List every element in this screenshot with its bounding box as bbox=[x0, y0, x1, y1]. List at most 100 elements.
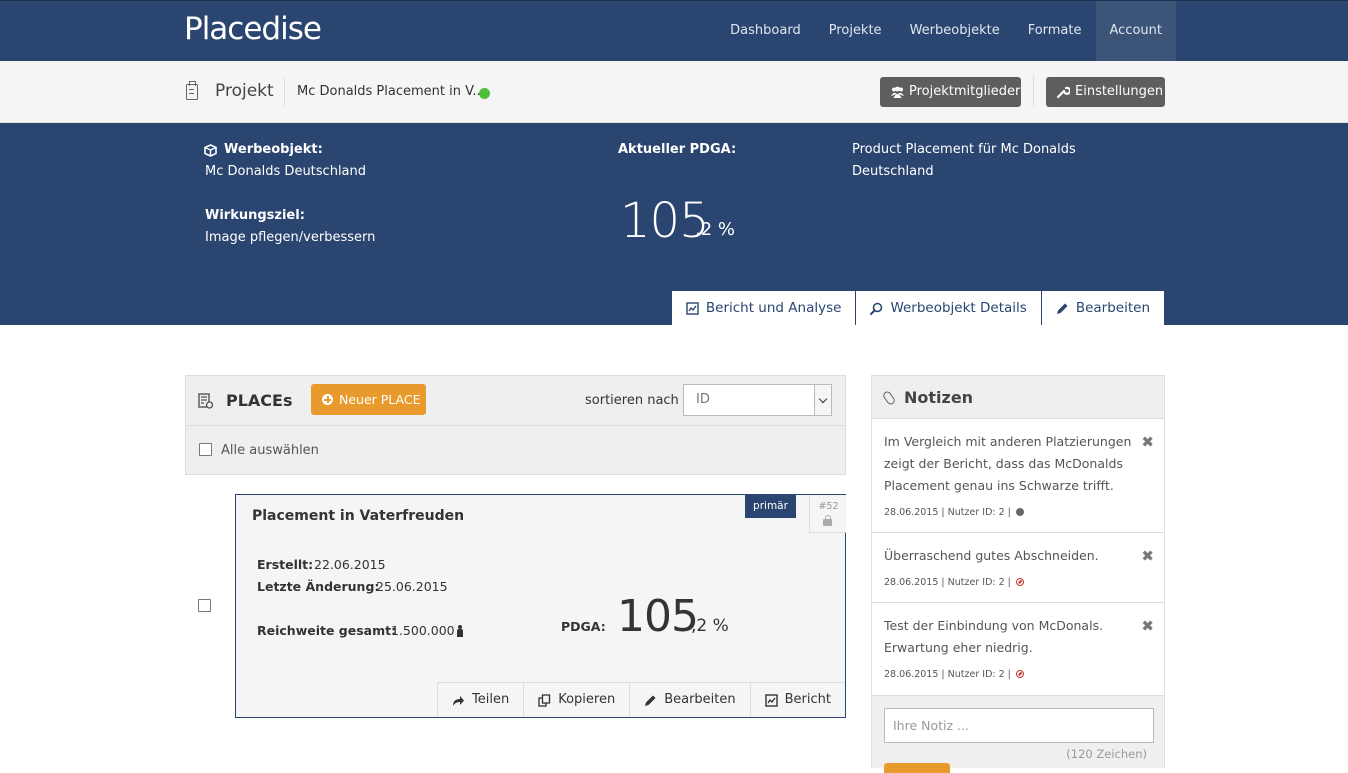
primary-badge: primär bbox=[745, 495, 796, 518]
sort-label: sortieren nach bbox=[585, 393, 679, 408]
place-title[interactable]: Placement in Vaterfreuden bbox=[252, 508, 464, 524]
created-value: 22.06.2015 bbox=[314, 557, 386, 572]
close-icon[interactable]: ✖ bbox=[1141, 433, 1154, 451]
project-section-title: Projekt bbox=[215, 81, 274, 101]
top-navbar: Placedise Dashboard Projekte Werbeobjekt… bbox=[0, 0, 1348, 61]
pdga-value-dec: ,2 % bbox=[695, 219, 735, 240]
sort-select-value: ID bbox=[696, 392, 710, 407]
notes-panel: Notizen Im Vergleich mit anderen Platzie… bbox=[871, 375, 1165, 773]
place-actions: Teilen Kopieren Bearbeiten Bericht bbox=[437, 682, 845, 717]
project-description: Product Placement für Mc Donalds Deutsch… bbox=[852, 142, 1076, 179]
project-name[interactable]: Mc Donalds Placement in V... bbox=[297, 84, 485, 99]
share-button[interactable]: Teilen bbox=[437, 682, 524, 717]
note-user: Nutzer ID: 2 bbox=[947, 577, 1005, 588]
project-bar: Projekt Mc Donalds Placement in V... Pro… bbox=[0, 61, 1348, 123]
clipboard-icon bbox=[186, 81, 198, 100]
place-pdga-label: PDGA: bbox=[561, 619, 606, 634]
note-text: Überraschend gutes Abschneiden. bbox=[884, 548, 1099, 563]
new-place-label: Neuer PLACE bbox=[339, 392, 421, 407]
sort-select[interactable]: ID bbox=[683, 384, 832, 416]
place-pdga-int: 105 bbox=[617, 591, 699, 642]
report-icon bbox=[764, 694, 778, 707]
copy-button[interactable]: Kopieren bbox=[523, 682, 630, 717]
modified-value: 25.06.2015 bbox=[376, 579, 448, 594]
note-input[interactable]: Ihre Notiz ... bbox=[884, 708, 1154, 743]
edit-place-button[interactable]: Bearbeiten bbox=[629, 682, 750, 717]
close-icon[interactable]: ✖ bbox=[1141, 617, 1154, 635]
chevron-down-icon[interactable] bbox=[814, 385, 831, 415]
note-submit-button[interactable] bbox=[884, 763, 950, 773]
reach-label: Reichweite gesamt: bbox=[257, 623, 397, 638]
person-icon bbox=[457, 625, 463, 637]
wirkungsziel-value: Image pflegen/verbessern bbox=[205, 230, 376, 245]
place-pdga-dec: ,2 % bbox=[691, 616, 729, 636]
notes-header: Notizen bbox=[872, 376, 1164, 419]
copy-icon bbox=[538, 694, 551, 707]
modified-label: Letzte Änderung: bbox=[257, 579, 380, 594]
edit-project-tab[interactable]: Bearbeiten bbox=[1040, 290, 1165, 325]
place-id: #52 bbox=[818, 501, 839, 512]
note-text: Test der Einbindung von McDonals. Erwart… bbox=[884, 618, 1104, 655]
nav-projekte[interactable]: Projekte bbox=[815, 1, 896, 61]
cube-icon bbox=[204, 144, 217, 157]
nav-formate[interactable]: Formate bbox=[1014, 1, 1096, 61]
reach-value: 1.500.000 bbox=[391, 623, 455, 638]
note-meta: 28.06.2015 | Nutzer ID: 2 | bbox=[884, 577, 1024, 588]
settings-button[interactable]: Einstellungen bbox=[1046, 77, 1165, 107]
plus-circle-icon bbox=[322, 394, 333, 405]
werbeobjekt-details-label: Werbeobjekt Details bbox=[890, 300, 1027, 316]
places-title: PLACEs bbox=[226, 391, 293, 410]
nav-dashboard[interactable]: Dashboard bbox=[716, 1, 815, 61]
pdga-label: Aktueller PDGA: bbox=[618, 142, 737, 157]
note-user: Nutzer ID: 2 bbox=[947, 669, 1005, 680]
note-text: Im Vergleich mit anderen Platzierungen z… bbox=[884, 434, 1132, 493]
werbeobjekt-label: Werbeobjekt: bbox=[224, 142, 323, 157]
close-icon[interactable]: ✖ bbox=[1141, 547, 1154, 565]
wrench-icon bbox=[1057, 86, 1070, 98]
place-id-badge: #52 bbox=[809, 495, 846, 533]
pencil-icon bbox=[1056, 303, 1068, 314]
note-item: Test der Einbindung von McDonals. Erwart… bbox=[872, 603, 1164, 696]
main-nav: Dashboard Projekte Werbeobjekte Formate … bbox=[716, 1, 1176, 61]
place-report-button[interactable]: Bericht bbox=[749, 682, 845, 717]
edit-place-label: Bearbeiten bbox=[664, 692, 736, 707]
werbeobjekt-details-tab[interactable]: Werbeobjekt Details bbox=[855, 290, 1042, 325]
users-icon bbox=[891, 86, 904, 98]
new-place-button[interactable]: Neuer PLACE bbox=[311, 384, 426, 415]
nav-account[interactable]: Account bbox=[1095, 1, 1176, 61]
place-row-checkbox[interactable] bbox=[198, 599, 211, 612]
werbeobjekt-value: Mc Donalds Deutschland bbox=[205, 164, 367, 179]
note-item: Im Vergleich mit anderen Platzierungen z… bbox=[872, 419, 1164, 533]
private-icon bbox=[1015, 670, 1024, 678]
copy-label: Kopieren bbox=[558, 692, 616, 707]
settings-label: Einstellungen bbox=[1075, 84, 1164, 99]
note-meta: 28.06.2015 | Nutzer ID: 2 | bbox=[884, 669, 1024, 680]
share-label: Teilen bbox=[472, 692, 510, 707]
select-all-label[interactable]: Alle auswählen bbox=[221, 443, 319, 458]
wirkungsziel-label: Wirkungsziel: bbox=[205, 208, 305, 223]
note-user: Nutzer ID: 2 bbox=[947, 507, 1005, 518]
brand-logo[interactable]: Placedise bbox=[184, 11, 322, 47]
note-date: 28.06.2015 bbox=[884, 577, 939, 588]
private-icon bbox=[1015, 578, 1024, 586]
note-item: Überraschend gutes Abschneiden. 28.06.20… bbox=[872, 533, 1164, 603]
note-meta: 28.06.2015 | Nutzer ID: 2 | bbox=[884, 507, 1024, 518]
places-panel: PLACEs Neuer PLACE sortieren nach ID All… bbox=[185, 375, 846, 475]
report-analysis-tab[interactable]: Bericht und Analyse bbox=[670, 290, 857, 325]
places-header: PLACEs Neuer PLACE sortieren nach ID bbox=[186, 376, 845, 426]
edit-project-label: Bearbeiten bbox=[1075, 300, 1150, 316]
nav-werbeobjekte[interactable]: Werbeobjekte bbox=[896, 1, 1014, 61]
summary-tabs: Bericht und Analyse Werbeobjekt Details … bbox=[670, 290, 1165, 325]
search-icon bbox=[870, 302, 883, 315]
report-analysis-label: Bericht und Analyse bbox=[705, 300, 842, 316]
place-report-label: Bericht bbox=[784, 692, 831, 707]
globe-icon bbox=[1015, 508, 1024, 516]
lock-icon bbox=[823, 515, 832, 526]
share-icon bbox=[453, 696, 464, 706]
select-all-checkbox[interactable] bbox=[199, 443, 212, 456]
places-list-icon bbox=[198, 393, 213, 409]
notes-title: Notizen bbox=[904, 388, 974, 407]
note-date: 28.06.2015 bbox=[884, 669, 939, 680]
project-members-button[interactable]: Projektmitglieder bbox=[880, 77, 1021, 107]
paperclip-icon bbox=[881, 389, 897, 407]
